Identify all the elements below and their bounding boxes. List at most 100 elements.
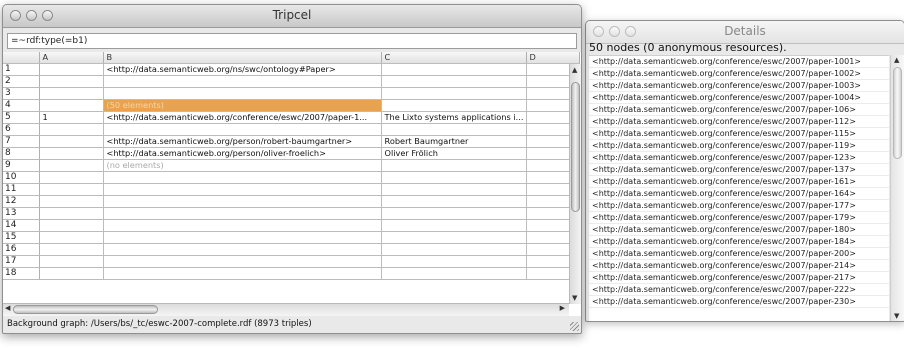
horizontal-scrollbar[interactable]: ◀ ▶: [3, 303, 569, 316]
column-header-a[interactable]: A: [39, 52, 104, 64]
cell-a[interactable]: [39, 159, 104, 172]
row-header[interactable]: 6: [3, 123, 40, 136]
cell-b[interactable]: [103, 87, 382, 100]
scroll-down-icon[interactable]: ▼: [572, 294, 577, 302]
details-scroll-thumb[interactable]: [893, 67, 902, 159]
list-item[interactable]: <http://data.semanticweb.org/conference/…: [589, 236, 889, 248]
details-vertical-scrollbar[interactable]: ▲ ▼: [890, 55, 904, 321]
cell-a[interactable]: [39, 183, 104, 196]
list-item[interactable]: <http://data.semanticweb.org/conference/…: [589, 212, 889, 224]
cell-c[interactable]: [381, 63, 527, 76]
row-header[interactable]: 4: [3, 99, 40, 112]
list-item[interactable]: <http://data.semanticweb.org/conference/…: [589, 176, 889, 188]
tripcel-titlebar[interactable]: Tripcel: [3, 5, 581, 28]
row-header[interactable]: 7: [3, 135, 40, 148]
row-header[interactable]: 13: [3, 207, 40, 220]
column-header-d[interactable]: D: [526, 52, 580, 64]
cell-c[interactable]: [381, 183, 527, 196]
cell-a[interactable]: [39, 195, 104, 208]
row-header[interactable]: 9: [3, 159, 40, 172]
cell-b[interactable]: [103, 267, 382, 280]
cell-b[interactable]: [103, 171, 382, 184]
cell-a[interactable]: [39, 243, 104, 256]
cell-b[interactable]: [103, 255, 382, 268]
list-item[interactable]: <http://data.semanticweb.org/conference/…: [589, 140, 889, 152]
cell-a[interactable]: [39, 267, 104, 280]
cell-b[interactable]: [103, 183, 382, 196]
cell-c[interactable]: [381, 243, 527, 256]
cell-c[interactable]: Oliver Frölich: [381, 147, 527, 160]
cell-c[interactable]: [381, 267, 527, 280]
cell-a[interactable]: [39, 207, 104, 220]
row-header[interactable]: 12: [3, 195, 40, 208]
cell-c[interactable]: [381, 171, 527, 184]
row-header[interactable]: 14: [3, 219, 40, 232]
list-item[interactable]: <http://data.semanticweb.org/conference/…: [589, 224, 889, 236]
resize-grip-icon[interactable]: [570, 322, 579, 331]
list-item[interactable]: <http://data.semanticweb.org/conference/…: [589, 80, 889, 92]
list-item[interactable]: <http://data.semanticweb.org/conference/…: [589, 68, 889, 80]
row-header[interactable]: 8: [3, 147, 40, 160]
row-header[interactable]: 11: [3, 183, 40, 196]
list-item[interactable]: <http://data.semanticweb.org/conference/…: [589, 92, 889, 104]
list-item[interactable]: <http://data.semanticweb.org/conference/…: [589, 56, 889, 68]
scroll-up-icon[interactable]: ▲: [572, 66, 577, 74]
cell-c[interactable]: [381, 123, 527, 136]
list-item[interactable]: <http://data.semanticweb.org/conference/…: [589, 188, 889, 200]
cell-b[interactable]: (50 elements): [103, 99, 382, 112]
formula-field[interactable]: =~rdf:type(=b1): [7, 33, 577, 49]
row-header[interactable]: 15: [3, 231, 40, 244]
cell-c[interactable]: [381, 75, 527, 88]
list-item[interactable]: <http://data.semanticweb.org/conference/…: [589, 152, 889, 164]
scroll-right-icon[interactable]: ▶: [560, 304, 565, 312]
cell-a[interactable]: [39, 99, 104, 112]
row-header[interactable]: 5: [3, 111, 40, 124]
cell-a[interactable]: [39, 63, 104, 76]
cell-c[interactable]: [381, 219, 527, 232]
cell-b[interactable]: (no elements): [103, 159, 382, 172]
cell-c[interactable]: [381, 207, 527, 220]
cell-b[interactable]: [103, 195, 382, 208]
list-item[interactable]: <http://data.semanticweb.org/conference/…: [589, 248, 889, 260]
list-item[interactable]: <http://data.semanticweb.org/conference/…: [589, 296, 889, 308]
scroll-down-icon[interactable]: ▼: [894, 312, 899, 320]
list-item[interactable]: <http://data.semanticweb.org/conference/…: [589, 116, 889, 128]
cell-a[interactable]: [39, 123, 104, 136]
horizontal-scroll-thumb[interactable]: [13, 305, 158, 314]
cell-a[interactable]: [39, 87, 104, 100]
cell-b[interactable]: <http://data.semanticweb.org/conference/…: [103, 111, 382, 124]
scroll-left-icon[interactable]: ◀: [5, 304, 10, 312]
list-item[interactable]: <http://data.semanticweb.org/conference/…: [589, 272, 889, 284]
cell-c[interactable]: [381, 159, 527, 172]
cell-c[interactable]: [381, 231, 527, 244]
cell-a[interactable]: [39, 219, 104, 232]
cell-c[interactable]: [381, 255, 527, 268]
row-header[interactable]: 18: [3, 267, 40, 280]
cell-b[interactable]: [103, 219, 382, 232]
cell-a[interactable]: [39, 75, 104, 88]
list-item[interactable]: <http://data.semanticweb.org/conference/…: [589, 104, 889, 116]
scroll-up-icon[interactable]: ▲: [894, 56, 899, 64]
cell-c[interactable]: [381, 99, 527, 112]
list-item[interactable]: <http://data.semanticweb.org/conference/…: [589, 128, 889, 140]
cell-a[interactable]: [39, 147, 104, 160]
list-item[interactable]: <http://data.semanticweb.org/conference/…: [589, 260, 889, 272]
cell-a[interactable]: 1: [39, 111, 104, 124]
vertical-scroll-thumb[interactable]: [571, 82, 580, 212]
cell-a[interactable]: [39, 255, 104, 268]
list-item[interactable]: <http://data.semanticweb.org/conference/…: [589, 284, 889, 296]
row-header[interactable]: 10: [3, 171, 40, 184]
cell-c[interactable]: [381, 195, 527, 208]
row-header[interactable]: 1: [3, 63, 40, 76]
cell-b[interactable]: <http://data.semanticweb.org/person/oliv…: [103, 147, 382, 160]
list-item[interactable]: <http://data.semanticweb.org/conference/…: [589, 164, 889, 176]
row-header[interactable]: 2: [3, 75, 40, 88]
cell-a[interactable]: [39, 171, 104, 184]
cell-b[interactable]: [103, 123, 382, 136]
cell-b[interactable]: [103, 231, 382, 244]
cell-b[interactable]: <http://data.semanticweb.org/person/robe…: [103, 135, 382, 148]
row-header[interactable]: 17: [3, 255, 40, 268]
cell-c[interactable]: Robert Baumgartner: [381, 135, 527, 148]
cell-c[interactable]: [381, 87, 527, 100]
cell-c[interactable]: The Lixto systems applications i...: [381, 111, 527, 124]
